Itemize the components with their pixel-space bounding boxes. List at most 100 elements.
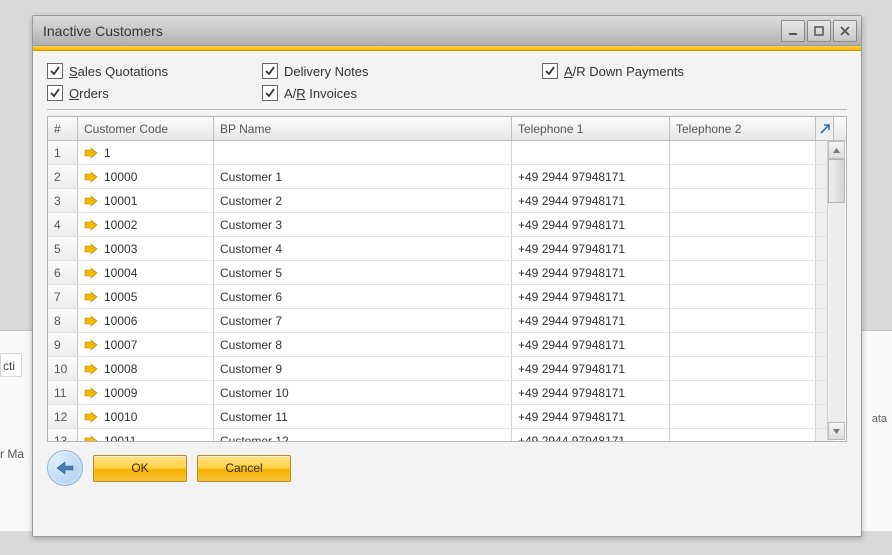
cell-customer-code[interactable]: 10008 [78,357,214,380]
drilldown-arrow-icon[interactable] [84,195,98,207]
vertical-scrollbar[interactable] [827,141,845,440]
cell-telephone-2[interactable] [670,261,816,284]
cell-customer-code[interactable]: 10000 [78,165,214,188]
checkbox-ar-down-payments[interactable]: A/R Down Payments [542,63,847,79]
cell-telephone-2[interactable] [670,141,816,164]
table-row[interactable]: 1110009Customer 10+49 2944 97948171 [48,381,846,405]
checkbox-orders[interactable]: Orders [47,85,262,101]
cancel-button[interactable]: Cancel [197,455,291,482]
cell-bp-name[interactable]: Customer 6 [214,285,512,308]
expand-table-button[interactable] [816,117,834,140]
drilldown-arrow-icon[interactable] [84,339,98,351]
table-row[interactable]: 710005Customer 6+49 2944 97948171 [48,285,846,309]
cell-telephone-2[interactable] [670,285,816,308]
drilldown-arrow-icon[interactable] [84,171,98,183]
column-header-customer-code[interactable]: Customer Code [78,117,214,140]
table-row[interactable]: 1210010Customer 11+49 2944 97948171 [48,405,846,429]
cell-telephone-2[interactable] [670,309,816,332]
cell-customer-code[interactable]: 10003 [78,237,214,260]
table-row[interactable]: 910007Customer 8+49 2944 97948171 [48,333,846,357]
cell-telephone-1[interactable] [512,141,670,164]
checkbox-ar-invoices[interactable]: A/R Invoices [262,85,542,101]
scroll-up-button[interactable] [828,141,845,159]
cell-telephone-1[interactable]: +49 2944 97948171 [512,333,670,356]
drilldown-arrow-icon[interactable] [84,243,98,255]
cell-telephone-1[interactable]: +49 2944 97948171 [512,405,670,428]
column-header-telephone-2[interactable]: Telephone 2 [670,117,816,140]
cell-bp-name[interactable]: Customer 5 [214,261,512,284]
cell-telephone-1[interactable]: +49 2944 97948171 [512,357,670,380]
cell-customer-code[interactable]: 10002 [78,213,214,236]
table-row[interactable]: 1310011Customer 12+49 2944 97948171 [48,429,846,441]
cell-bp-name[interactable] [214,141,512,164]
column-header-number[interactable]: # [48,117,78,140]
cell-bp-name[interactable]: Customer 12 [214,429,512,441]
cell-customer-code[interactable]: 10011 [78,429,214,441]
column-header-bp-name[interactable]: BP Name [214,117,512,140]
back-button[interactable] [47,450,83,486]
cell-customer-code[interactable]: 10009 [78,381,214,404]
cell-bp-name[interactable]: Customer 11 [214,405,512,428]
cell-bp-name[interactable]: Customer 1 [214,165,512,188]
cell-telephone-2[interactable] [670,381,816,404]
table-row[interactable]: 11 [48,141,846,165]
cell-telephone-2[interactable] [670,189,816,212]
minimize-button[interactable] [781,20,805,42]
close-button[interactable] [833,20,857,42]
ok-button[interactable]: OK [93,455,187,482]
column-header-telephone-1[interactable]: Telephone 1 [512,117,670,140]
checkbox-sales-quotations[interactable]: Sales Quotations [47,63,262,79]
cell-telephone-1[interactable]: +49 2944 97948171 [512,165,670,188]
cell-bp-name[interactable]: Customer 9 [214,357,512,380]
scroll-down-button[interactable] [828,422,845,440]
cell-telephone-1[interactable]: +49 2944 97948171 [512,381,670,404]
drilldown-arrow-icon[interactable] [84,267,98,279]
checkbox-delivery-notes[interactable]: Delivery Notes [262,63,542,79]
cell-telephone-2[interactable] [670,357,816,380]
drilldown-arrow-icon[interactable] [84,363,98,375]
drilldown-arrow-icon[interactable] [84,435,98,442]
cell-telephone-2[interactable] [670,429,816,441]
table-row[interactable]: 510003Customer 4+49 2944 97948171 [48,237,846,261]
cell-telephone-2[interactable] [670,165,816,188]
cell-telephone-1[interactable]: +49 2944 97948171 [512,261,670,284]
cell-customer-code[interactable]: 10001 [78,189,214,212]
cell-telephone-2[interactable] [670,213,816,236]
drilldown-arrow-icon[interactable] [84,315,98,327]
cell-bp-name[interactable]: Customer 2 [214,189,512,212]
cell-bp-name[interactable]: Customer 8 [214,333,512,356]
cell-telephone-2[interactable] [670,237,816,260]
cell-customer-code[interactable]: 1 [78,141,214,164]
cell-bp-name[interactable]: Customer 7 [214,309,512,332]
cell-telephone-1[interactable]: +49 2944 97948171 [512,213,670,236]
scroll-thumb[interactable] [828,159,845,203]
table-row[interactable]: 210000Customer 1+49 2944 97948171 [48,165,846,189]
cell-telephone-2[interactable] [670,405,816,428]
titlebar[interactable]: Inactive Customers [33,16,861,46]
cell-telephone-1[interactable]: +49 2944 97948171 [512,309,670,332]
maximize-button[interactable] [807,20,831,42]
scroll-track[interactable] [828,159,845,422]
cell-bp-name[interactable]: Customer 10 [214,381,512,404]
cell-customer-code[interactable]: 10005 [78,285,214,308]
table-row[interactable]: 810006Customer 7+49 2944 97948171 [48,309,846,333]
table-row[interactable]: 310001Customer 2+49 2944 97948171 [48,189,846,213]
cell-telephone-1[interactable]: +49 2944 97948171 [512,189,670,212]
cell-customer-code[interactable]: 10007 [78,333,214,356]
cell-telephone-1[interactable]: +49 2944 97948171 [512,237,670,260]
drilldown-arrow-icon[interactable] [84,387,98,399]
cell-telephone-1[interactable]: +49 2944 97948171 [512,429,670,441]
cell-bp-name[interactable]: Customer 3 [214,213,512,236]
table-row[interactable]: 610004Customer 5+49 2944 97948171 [48,261,846,285]
cell-customer-code[interactable]: 10004 [78,261,214,284]
drilldown-arrow-icon[interactable] [84,411,98,423]
cell-customer-code[interactable]: 10006 [78,309,214,332]
table-row[interactable]: 410002Customer 3+49 2944 97948171 [48,213,846,237]
cell-bp-name[interactable]: Customer 4 [214,237,512,260]
table-row[interactable]: 1010008Customer 9+49 2944 97948171 [48,357,846,381]
drilldown-arrow-icon[interactable] [84,219,98,231]
cell-customer-code[interactable]: 10010 [78,405,214,428]
cell-telephone-1[interactable]: +49 2944 97948171 [512,285,670,308]
drilldown-arrow-icon[interactable] [84,147,98,159]
cell-telephone-2[interactable] [670,333,816,356]
